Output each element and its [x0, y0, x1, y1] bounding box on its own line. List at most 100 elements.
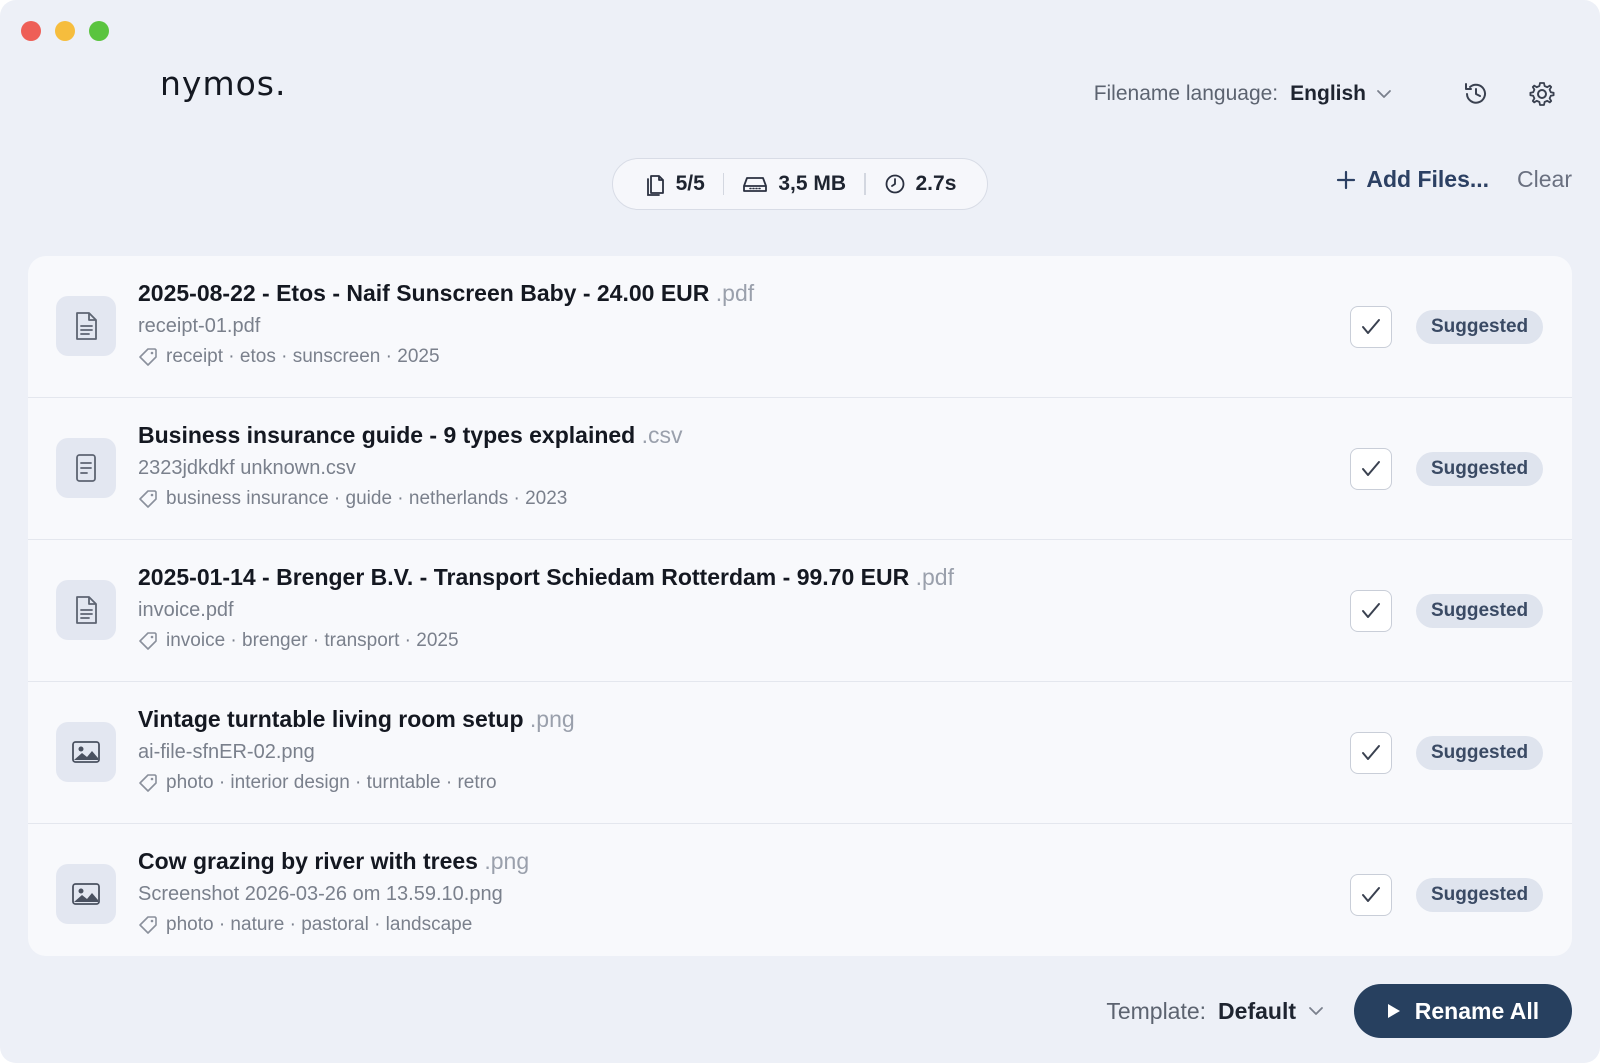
checkmark-icon — [1362, 461, 1380, 476]
tags-text: invoice · brenger · transport · 2025 — [166, 630, 459, 651]
checkmark-icon — [1362, 603, 1380, 618]
rename-all-label: Rename All — [1414, 997, 1540, 1024]
tag-icon — [139, 348, 157, 366]
stat-files: 5/5 — [626, 172, 723, 196]
chevron-down-icon — [1377, 90, 1391, 98]
file-extension: .csv — [641, 422, 683, 448]
image-icon — [72, 741, 100, 763]
document-icon — [76, 312, 97, 340]
template-select[interactable]: Default — [1218, 998, 1324, 1025]
file-tags: receipt · etos · sunscreen · 2025 — [138, 346, 754, 368]
app-logo: nymos. — [160, 64, 287, 103]
status-badge: Suggested — [1416, 310, 1544, 344]
checkmark-icon — [1362, 745, 1380, 760]
row-checkbox[interactable] — [1350, 874, 1392, 916]
suggested-filename: 2025-01-14 - Brenger B.V. - Transport Sc… — [138, 564, 954, 591]
tag-icon — [139, 916, 157, 934]
stat-size-value: 3,5 MB — [778, 172, 846, 195]
template-label: Template: — [1106, 997, 1207, 1024]
stat-time: 2.7s — [866, 172, 975, 196]
file-info: 2025-08-22 - Etos - Naif Sunscreen Baby … — [138, 280, 754, 368]
file-type-icon-wrap — [56, 580, 116, 640]
status-badge: Suggested — [1416, 594, 1544, 628]
suggested-filename: Business insurance guide - 9 types expla… — [138, 422, 683, 449]
original-filename: 2323jdkdkf unknown.csv — [138, 457, 356, 479]
tags-text: receipt · etos · sunscreen · 2025 — [166, 346, 440, 367]
rename-all-button[interactable]: Rename All — [1354, 984, 1572, 1038]
status-badge: Suggested — [1416, 736, 1544, 770]
document-icon — [76, 596, 97, 624]
file-actions: Add Files... Clear — [1336, 166, 1572, 193]
app-window: nymos. Filename language: English 5/5 3,… — [0, 0, 1600, 1063]
filename-language-select[interactable]: English — [1290, 82, 1392, 106]
filename-text: Vintage turntable living room setup — [138, 706, 524, 732]
file-row[interactable]: Cow grazing by river with trees .png Scr… — [28, 824, 1572, 956]
file-tags: photo · interior design · turntable · re… — [138, 772, 575, 794]
file-type-icon-wrap — [56, 296, 116, 356]
filename-language-value: English — [1290, 82, 1366, 105]
file-type-icon-wrap — [56, 722, 116, 782]
file-tags: photo · nature · pastoral · landscape — [138, 914, 529, 936]
file-row[interactable]: 2025-01-14 - Brenger B.V. - Transport Sc… — [28, 540, 1572, 682]
filename-text: 2025-01-14 - Brenger B.V. - Transport Sc… — [138, 564, 910, 590]
filename-text: Business insurance guide - 9 types expla… — [138, 422, 636, 448]
suggested-filename: Cow grazing by river with trees .png — [138, 848, 529, 875]
tag-icon — [139, 774, 157, 792]
row-checkbox[interactable] — [1350, 590, 1392, 632]
image-icon — [72, 883, 100, 905]
tags-text: business insurance · guide · netherlands… — [166, 488, 568, 509]
original-filename: invoice.pdf — [138, 599, 234, 621]
file-row[interactable]: 2025-08-22 - Etos - Naif Sunscreen Baby … — [28, 256, 1572, 398]
footer-bar: Template: Default Rename All — [1106, 984, 1572, 1038]
row-checkbox[interactable] — [1350, 732, 1392, 774]
file-row[interactable]: Vintage turntable living room setup .png… — [28, 682, 1572, 824]
add-files-label: Add Files... — [1366, 166, 1490, 192]
file-type-icon-wrap — [56, 438, 116, 498]
add-files-button[interactable]: Add Files... — [1336, 166, 1489, 193]
filename-text: Cow grazing by river with trees — [138, 848, 478, 874]
window-controls — [21, 21, 109, 41]
status-badge: Suggested — [1416, 452, 1544, 486]
chevron-down-icon — [1309, 1007, 1323, 1015]
stat-files-value: 5/5 — [675, 172, 705, 195]
suggested-filename: Vintage turntable living room setup .png — [138, 706, 575, 733]
tags-text: photo · nature · pastoral · landscape — [166, 914, 473, 935]
close-window-button[interactable] — [21, 21, 41, 41]
file-info: Cow grazing by river with trees .png Scr… — [138, 848, 529, 936]
file-info: Vintage turntable living room setup .png… — [138, 706, 575, 794]
header-controls: Filename language: English — [1094, 76, 1560, 112]
file-extension: .png — [484, 848, 530, 874]
clear-button[interactable]: Clear — [1517, 166, 1572, 193]
row-checkbox[interactable] — [1350, 306, 1392, 348]
history-button[interactable] — [1458, 76, 1494, 112]
tag-icon — [139, 632, 157, 650]
file-extension: .pdf — [915, 564, 954, 590]
file-extension: .pdf — [715, 280, 755, 306]
stats-bar: 5/5 3,5 MB 2.7s — [612, 158, 988, 210]
file-info: Business insurance guide - 9 types expla… — [138, 422, 683, 510]
filename-language-label: Filename language: — [1093, 82, 1279, 105]
file-extension: .png — [529, 706, 575, 732]
spreadsheet-icon — [76, 454, 96, 482]
file-info: 2025-01-14 - Brenger B.V. - Transport Sc… — [138, 564, 954, 652]
original-filename: Screenshot 2026-03-26 om 13.59.10.png — [138, 883, 503, 905]
row-checkbox[interactable] — [1350, 448, 1392, 490]
stat-time-value: 2.7s — [915, 172, 957, 195]
play-icon — [1387, 1004, 1400, 1018]
template-value: Default — [1218, 997, 1296, 1024]
file-row[interactable]: Business insurance guide - 9 types expla… — [28, 398, 1572, 540]
status-badge: Suggested — [1416, 878, 1544, 912]
files-icon — [646, 175, 664, 196]
minimize-window-button[interactable] — [55, 21, 75, 41]
filename-text: 2025-08-22 - Etos - Naif Sunscreen Baby … — [138, 280, 710, 306]
clock-icon — [885, 174, 904, 194]
checkmark-icon — [1362, 887, 1380, 902]
original-filename: receipt-01.pdf — [138, 315, 261, 337]
plus-icon — [1337, 170, 1356, 189]
file-type-icon-wrap — [56, 864, 116, 924]
maximize-window-button[interactable] — [89, 21, 109, 41]
settings-button[interactable] — [1524, 76, 1560, 112]
tag-icon — [139, 490, 157, 508]
tags-text: photo · interior design · turntable · re… — [166, 772, 497, 793]
file-list: 2025-08-22 - Etos - Naif Sunscreen Baby … — [28, 256, 1572, 956]
